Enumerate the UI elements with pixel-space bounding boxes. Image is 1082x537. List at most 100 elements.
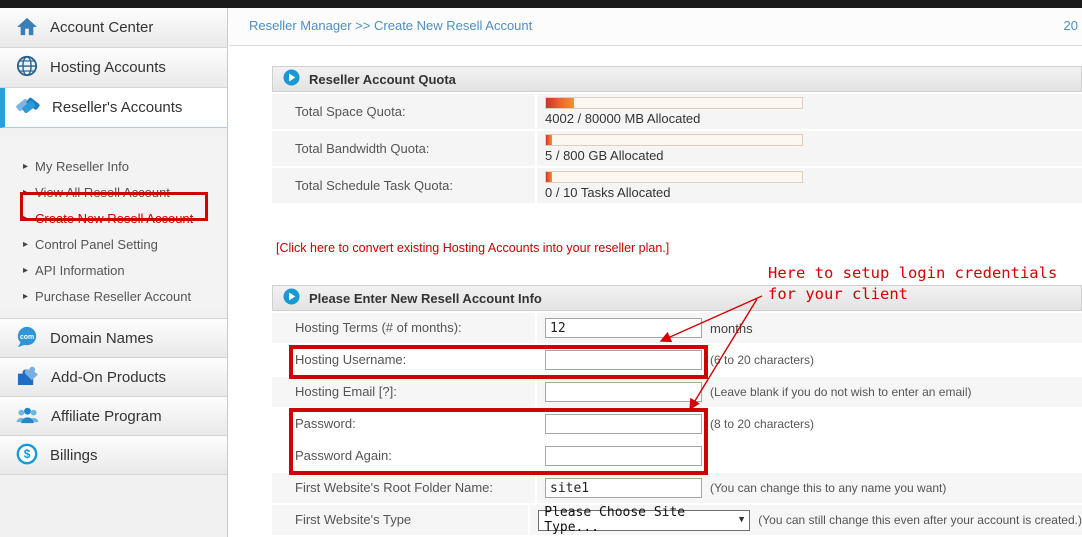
reseller-submenu: ▸ My Reseller Info ▸ View All Resell Acc… bbox=[0, 136, 227, 309]
sidebar-subitem-view-all-resell-account[interactable]: ▸ View All Resell Account bbox=[0, 179, 227, 205]
quota-value-text: 5 / 800 GB Allocated bbox=[545, 148, 803, 163]
form-row-website-type: First Website's Type Please Choose Site … bbox=[272, 505, 1082, 535]
sidebar-item-billings[interactable]: $ Billings bbox=[0, 436, 227, 475]
sidebar-subitem-purchase-reseller-account[interactable]: ▸ Purchase Reseller Account bbox=[0, 283, 227, 309]
sidebar-subitem-control-panel-setting[interactable]: ▸ Control Panel Setting bbox=[0, 231, 227, 257]
quota-value-text: 0 / 10 Tasks Allocated bbox=[545, 185, 803, 200]
top-black-bar bbox=[0, 0, 1082, 8]
months-suffix: months bbox=[710, 321, 753, 336]
com-bubble-icon: com bbox=[16, 326, 38, 351]
triangle-bullet-icon: ▸ bbox=[23, 291, 28, 302]
form-row-hosting-email: Hosting Email [?]: (Leave blank if you d… bbox=[272, 377, 1082, 407]
handshake-icon bbox=[16, 95, 40, 120]
website-type-select[interactable]: Please Choose Site Type... ▼ bbox=[538, 510, 750, 531]
space-quota-progressbar bbox=[545, 97, 803, 109]
date-text: 20 bbox=[1064, 18, 1078, 33]
subitem-label: Create New Resell Account bbox=[35, 211, 193, 226]
sidebar-item-label: Account Center bbox=[50, 19, 153, 36]
triangle-bullet-icon: ▸ bbox=[23, 161, 28, 172]
sidebar-item-hosting-accounts[interactable]: Hosting Accounts bbox=[0, 48, 227, 88]
hosting-username-input[interactable] bbox=[545, 350, 702, 370]
sidebar: Account Center Hosting Accounts Reseller… bbox=[0, 8, 228, 537]
sidebar-bottom-group: com Domain Names Add-On Products Affilia… bbox=[0, 318, 227, 475]
blue-arrow-bullet-icon bbox=[283, 288, 300, 308]
password-again-input[interactable] bbox=[545, 446, 702, 466]
sidebar-item-label: Domain Names bbox=[50, 330, 153, 347]
field-hint: (Leave blank if you do not wish to enter… bbox=[710, 385, 971, 399]
globe-icon bbox=[16, 55, 38, 80]
blue-arrow-bullet-icon bbox=[283, 69, 300, 89]
svg-text:$: $ bbox=[24, 447, 31, 461]
sidebar-item-add-on-products[interactable]: Add-On Products bbox=[0, 358, 227, 397]
quota-value-text: 4002 / 80000 MB Allocated bbox=[545, 111, 803, 126]
password-input[interactable] bbox=[545, 414, 702, 434]
field-hint: (6 to 20 characters) bbox=[710, 353, 814, 367]
quota-label: Total Schedule Task Quota: bbox=[272, 168, 535, 203]
quota-label: Total Space Quota: bbox=[272, 94, 535, 129]
field-label: First Website's Root Folder Name: bbox=[272, 473, 535, 503]
sidebar-item-domain-names[interactable]: com Domain Names bbox=[0, 319, 227, 358]
breadcrumb-bar: Reseller Manager >> Create New Resell Ac… bbox=[229, 8, 1082, 46]
new-resell-account-form-panel: Please Enter New Resell Account Info Hos… bbox=[272, 285, 1082, 535]
breadcrumb[interactable]: Reseller Manager >> Create New Resell Ac… bbox=[249, 18, 532, 33]
chevron-down-icon: ▼ bbox=[739, 515, 744, 525]
select-value: Please Choose Site Type... bbox=[544, 505, 739, 535]
triangle-bullet-icon: ▸ bbox=[23, 265, 28, 276]
field-label: Hosting Email [?]: bbox=[272, 377, 535, 407]
puzzle-icon bbox=[16, 365, 39, 389]
quota-row-space: Total Space Quota: 4002 / 80000 MB Alloc… bbox=[272, 94, 1082, 129]
triangle-bullet-icon: ▸ bbox=[23, 239, 28, 250]
svg-text:com: com bbox=[20, 333, 34, 340]
form-row-root-folder: First Website's Root Folder Name: (You c… bbox=[272, 473, 1082, 503]
form-row-password-again: Password Again: bbox=[272, 441, 1082, 471]
quota-row-schedule-task: Total Schedule Task Quota: 0 / 10 Tasks … bbox=[272, 168, 1082, 203]
sidebar-item-label: Add-On Products bbox=[51, 369, 166, 386]
sidebar-item-account-center[interactable]: Account Center bbox=[0, 8, 227, 48]
subitem-label: My Reseller Info bbox=[35, 159, 129, 174]
sidebar-item-label: Hosting Accounts bbox=[50, 59, 166, 76]
hosting-terms-input[interactable] bbox=[545, 318, 702, 338]
sidebar-item-affiliate-program[interactable]: Affiliate Program bbox=[0, 397, 227, 436]
people-icon bbox=[16, 405, 39, 428]
subitem-label: API Information bbox=[35, 263, 125, 278]
convert-accounts-link[interactable]: [Click here to convert existing Hosting … bbox=[276, 241, 669, 255]
subitem-label: View All Resell Account bbox=[35, 185, 170, 200]
form-row-password: Password: (8 to 20 characters) bbox=[272, 409, 1082, 439]
sidebar-subitem-create-new-resell-account[interactable]: ▸ Create New Resell Account bbox=[0, 205, 227, 231]
subitem-label: Control Panel Setting bbox=[35, 237, 158, 252]
field-label: Password Again: bbox=[272, 441, 535, 471]
sidebar-item-resellers-accounts[interactable]: Reseller's Accounts bbox=[0, 88, 227, 128]
progressbar-fill bbox=[546, 98, 574, 108]
form-row-hosting-terms: Hosting Terms (# of months): months bbox=[272, 313, 1082, 343]
home-icon bbox=[16, 17, 38, 39]
annotation-line1: Here to setup login credentials bbox=[768, 263, 1057, 284]
progressbar-fill bbox=[546, 172, 552, 182]
subitem-label: Purchase Reseller Account bbox=[35, 289, 191, 304]
bandwidth-quota-progressbar bbox=[545, 134, 803, 146]
triangle-bullet-icon: ▸ bbox=[23, 213, 28, 224]
hosting-email-input[interactable] bbox=[545, 382, 702, 402]
field-hint: (You can still change this even after yo… bbox=[758, 513, 1082, 527]
field-label: Hosting Terms (# of months): bbox=[272, 313, 535, 343]
dollar-icon: $ bbox=[16, 443, 38, 468]
field-hint: (8 to 20 characters) bbox=[710, 417, 814, 431]
sidebar-item-label: Reseller's Accounts bbox=[52, 99, 182, 116]
quota-label: Total Bandwidth Quota: bbox=[272, 131, 535, 166]
field-label: Hosting Username: bbox=[272, 345, 535, 375]
quota-panel-title: Reseller Account Quota bbox=[309, 72, 456, 87]
reseller-account-quota-panel: Reseller Account Quota Total Space Quota… bbox=[272, 66, 1082, 203]
sidebar-subitem-my-reseller-info[interactable]: ▸ My Reseller Info bbox=[0, 153, 227, 179]
form-row-hosting-username: Hosting Username: (6 to 20 characters) bbox=[272, 345, 1082, 375]
triangle-bullet-icon: ▸ bbox=[23, 187, 28, 198]
quota-row-bandwidth: Total Bandwidth Quota: 5 / 800 GB Alloca… bbox=[272, 131, 1082, 166]
field-label: Password: bbox=[272, 409, 535, 439]
quota-panel-header: Reseller Account Quota bbox=[272, 66, 1082, 92]
task-quota-progressbar bbox=[545, 171, 803, 183]
root-folder-input[interactable] bbox=[545, 478, 702, 498]
field-hint: (You can change this to any name you wan… bbox=[710, 481, 946, 495]
sidebar-subitem-api-information[interactable]: ▸ API Information bbox=[0, 257, 227, 283]
sidebar-item-label: Billings bbox=[50, 447, 98, 464]
field-label: First Website's Type bbox=[272, 505, 528, 535]
sidebar-item-label: Affiliate Program bbox=[51, 408, 162, 425]
progressbar-fill bbox=[546, 135, 552, 145]
